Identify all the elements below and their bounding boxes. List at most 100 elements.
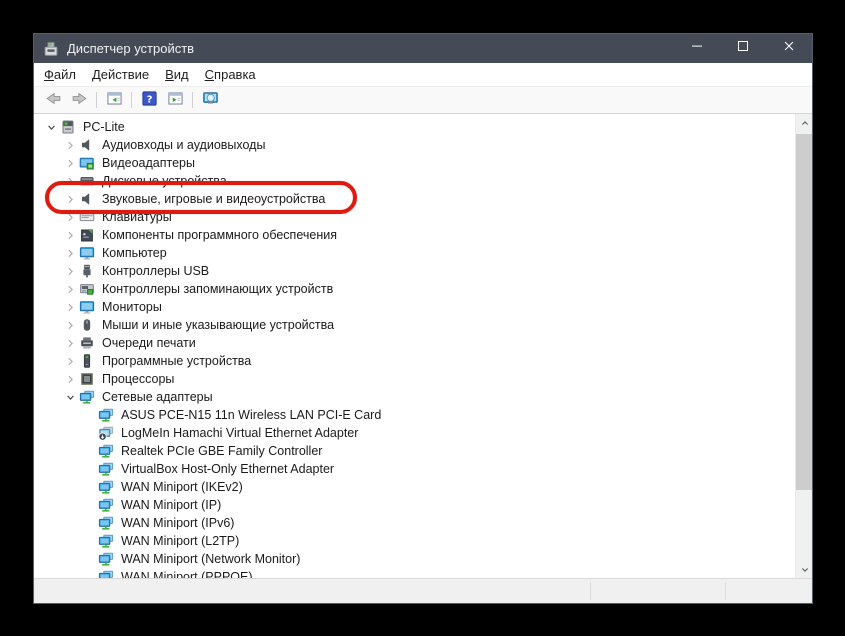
chevron-right-icon[interactable] [63, 318, 78, 333]
chevron-down-icon[interactable] [63, 390, 78, 405]
chevron-right-icon[interactable] [63, 138, 78, 153]
close-button[interactable] [766, 34, 812, 63]
processor-icon [79, 371, 95, 387]
screenshot-root: Диспетчер устройств Файл Действие Вид Справ… [0, 0, 845, 636]
minimize-icon [689, 38, 705, 59]
vertical-scrollbar[interactable] [795, 114, 812, 578]
tree-item[interactable]: Контроллеры запоминающих устройств [34, 280, 795, 298]
tree-item-label: VirtualBox Host-Only Ethernet Adapter [121, 462, 335, 476]
tree-item-label: Мыши и иные указывающие устройства [102, 318, 335, 332]
minimize-button[interactable] [674, 34, 720, 63]
action-pane-button[interactable] [163, 89, 187, 111]
chevron-right-icon[interactable] [63, 264, 78, 279]
tree-item[interactable]: Контроллеры USB [34, 262, 795, 280]
tree-item[interactable]: Звуковые, игровые и видеоустройства [34, 190, 795, 208]
menu-view[interactable]: Вид [157, 63, 197, 86]
chevron-right-icon[interactable] [63, 210, 78, 225]
help-icon: ? [141, 90, 158, 110]
tree-item-label: Сетевые адаптеры [102, 390, 213, 404]
chevron-right-icon[interactable] [63, 300, 78, 315]
tree-item[interactable]: Процессоры [34, 370, 795, 388]
forward-icon [71, 90, 88, 110]
tree-item-label: Компьютер [102, 246, 167, 260]
tree-item[interactable]: VirtualBox Host-Only Ethernet Adapter [34, 460, 795, 478]
display-adapter-icon [79, 155, 95, 171]
scan-hardware-button[interactable] [198, 89, 222, 111]
tree-item[interactable]: Аудиовходы и аудиовыходы [34, 136, 795, 154]
speaker-icon [79, 191, 95, 207]
tree-item[interactable]: Дисковые устройства [34, 172, 795, 190]
back-button[interactable] [41, 89, 65, 111]
tree-item[interactable]: PC-Lite [34, 118, 795, 136]
tree-item[interactable]: Программные устройства [34, 352, 795, 370]
tree-item[interactable]: Сетевые адаптеры [34, 388, 795, 406]
chevron-right-icon[interactable] [63, 192, 78, 207]
tree-item[interactable]: Очереди печати [34, 334, 795, 352]
tree-item[interactable]: WAN Miniport (PPPOE) [34, 568, 795, 578]
device-tree: PC-Lite Аудиовходы и аудиовыходы Видеоадап… [34, 114, 795, 578]
menu-action[interactable]: Действие [84, 63, 157, 86]
network-adapter-icon [98, 569, 114, 578]
mouse-icon [79, 317, 95, 333]
scroll-down-button[interactable] [796, 561, 812, 578]
scroll-up-button[interactable] [796, 114, 812, 131]
tree-item-label: PC-Lite [83, 120, 125, 134]
network-adapter-icon [98, 443, 114, 459]
tree-item-label: Контроллеры USB [102, 264, 210, 278]
tree-item-label: Видеоадаптеры [102, 156, 195, 170]
chevron-right-icon[interactable] [63, 354, 78, 369]
tree-item-label: Звуковые, игровые и видеоустройства [102, 192, 326, 206]
chevron-right-icon[interactable] [63, 156, 78, 171]
tree-item[interactable]: WAN Miniport (IKEv2) [34, 478, 795, 496]
tree-item-label: Мониторы [102, 300, 162, 314]
menu-file[interactable]: Файл [36, 63, 84, 86]
device-manager-window: Диспетчер устройств Файл Действие Вид Справ… [33, 33, 813, 604]
tree-item[interactable]: WAN Miniport (L2TP) [34, 532, 795, 550]
tree-item[interactable]: Realtek PCIe GBE Family Controller [34, 442, 795, 460]
window-title: Диспетчер устройств [67, 41, 195, 56]
tree-item[interactable]: WAN Miniport (Network Monitor) [34, 550, 795, 568]
back-icon [45, 90, 62, 110]
tree-item[interactable]: Мыши и иные указывающие устройства [34, 316, 795, 334]
scrollbar-thumb[interactable] [796, 134, 812, 490]
tree-item-label: Очереди печати [102, 336, 196, 350]
help-button[interactable]: ? [137, 89, 161, 111]
tree-item-label: ASUS PCE-N15 11n Wireless LAN PCI-E Card [121, 408, 382, 422]
computer-monitor-icon [79, 245, 95, 261]
forward-button[interactable] [67, 89, 91, 111]
chevron-right-icon[interactable] [63, 228, 78, 243]
chevron-right-icon[interactable] [63, 282, 78, 297]
status-bar [34, 578, 812, 603]
tree-item[interactable]: WAN Miniport (IPv6) [34, 514, 795, 532]
chevron-right-icon[interactable] [63, 174, 78, 189]
scan-icon [202, 90, 219, 110]
tree-item[interactable]: Мониторы [34, 298, 795, 316]
titlebar[interactable]: Диспетчер устройств [34, 34, 812, 63]
tree-item[interactable]: Видеоадаптеры [34, 154, 795, 172]
chevron-right-icon[interactable] [63, 372, 78, 387]
tree-item[interactable]: LogMeIn Hamachi Virtual Ethernet Adapter [34, 424, 795, 442]
tree-item-label: WAN Miniport (L2TP) [121, 534, 240, 548]
maximize-button[interactable] [720, 34, 766, 63]
menu-bar: Файл Действие Вид Справка [34, 63, 812, 87]
network-adapter-icon [98, 479, 114, 495]
tree-item[interactable]: Компьютер [34, 244, 795, 262]
chevron-right-icon[interactable] [63, 246, 78, 261]
tree-item[interactable]: WAN Miniport (IP) [34, 496, 795, 514]
chevron-down-icon[interactable] [44, 120, 59, 135]
tree-item[interactable]: ASUS PCE-N15 11n Wireless LAN PCI-E Card [34, 406, 795, 424]
tree-item[interactable]: Клавиатуры [34, 208, 795, 226]
menu-help[interactable]: Справка [197, 63, 264, 86]
disk-drive-icon [79, 173, 95, 189]
toolbar-separator [192, 92, 193, 108]
software-device-icon [79, 353, 95, 369]
software-component-icon [79, 227, 95, 243]
tree-item-label: Дисковые устройства [102, 174, 227, 188]
console-tree-button[interactable] [102, 89, 126, 111]
usb-icon [79, 263, 95, 279]
chevron-right-icon[interactable] [63, 336, 78, 351]
tree-item[interactable]: Компоненты программного обеспечения [34, 226, 795, 244]
